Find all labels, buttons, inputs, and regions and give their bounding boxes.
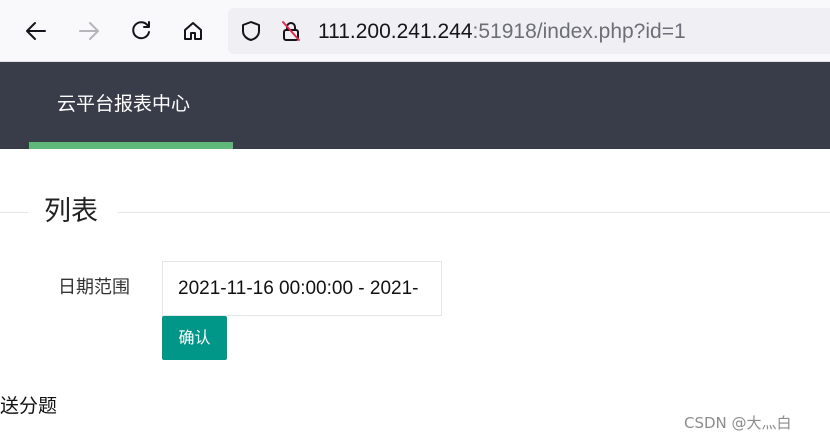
confirm-button[interactable]: 确认 [162,316,227,360]
reload-icon[interactable] [125,15,157,47]
watermark: CSDN @大灬白 [684,414,792,432]
insecure-lock-icon[interactable] [280,20,302,42]
section-legend: 列表 [44,196,98,227]
fieldset-divider-left [0,212,28,213]
browser-toolbar: 111.200.241.244:51918/index.php?id=1 [0,0,830,62]
url-path: :51918/index.php?id=1 [472,20,686,43]
date-range-label: 日期范围 [58,277,130,298]
nav-active-indicator [29,142,233,149]
date-range-input[interactable]: 2021-11-16 00:00:00 - 2021- [162,261,442,316]
app-header: 云平台报表中心 [0,62,830,149]
url-text[interactable]: 111.200.241.244:51918/index.php?id=1 [318,20,686,44]
app-title[interactable]: 云平台报表中心 [57,91,190,117]
home-icon[interactable] [177,15,209,47]
shield-icon[interactable] [240,20,262,42]
address-bar[interactable]: 111.200.241.244:51918/index.php?id=1 [228,8,830,54]
forward-arrow-icon[interactable] [73,15,105,47]
url-host: 111.200.241.244 [318,20,473,43]
fieldset-divider-right [118,212,830,213]
result-text: 送分题 [0,395,58,417]
back-arrow-icon[interactable] [20,15,52,47]
